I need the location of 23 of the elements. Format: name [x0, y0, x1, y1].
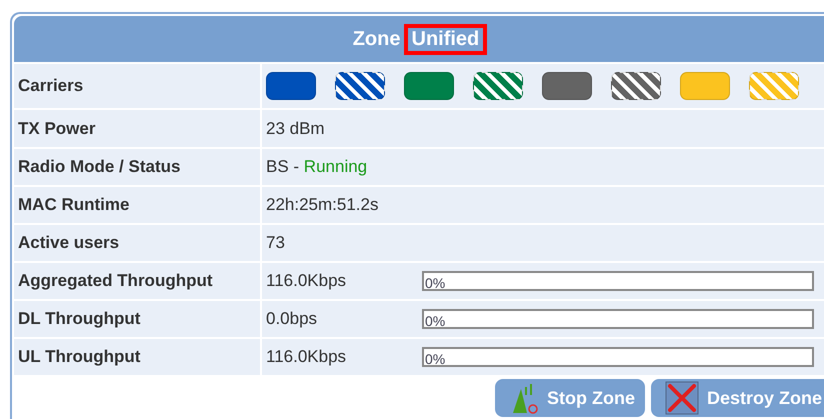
destroy-zone-button[interactable]: Destroy Zone [650, 379, 824, 417]
progress-reading: 0% [424, 313, 446, 329]
row-label: MAC Runtime [14, 187, 260, 223]
row-value: 116.0Kbps [266, 271, 348, 291]
highlighted-zone-name: Unified [404, 24, 488, 54]
row-label: UL Throughput [14, 339, 260, 375]
row-label: Aggregated Throughput [14, 263, 260, 299]
stop-zone-button[interactable]: Stop Zone [494, 379, 645, 417]
row-value: BS - Running [266, 157, 368, 177]
row-label: Radio Mode / Status [14, 149, 260, 185]
row-label: TX Power [14, 110, 260, 147]
close-icon [664, 381, 699, 415]
row-value: 0.0bps [266, 309, 318, 329]
row-value: 73 [266, 233, 286, 253]
header-title: Zone [352, 28, 400, 50]
progress-reading: 0% [424, 351, 446, 367]
row-value: 23 dBm [266, 118, 326, 138]
row-value: 22h:25m:51.2s [266, 195, 380, 215]
row-label: Active users [14, 225, 260, 261]
row-label: DL Throughput [14, 301, 260, 337]
row-label: Carriers [14, 64, 260, 108]
progress-reading: 0% [424, 275, 446, 291]
row-value: 116.0Kbps [266, 347, 348, 367]
